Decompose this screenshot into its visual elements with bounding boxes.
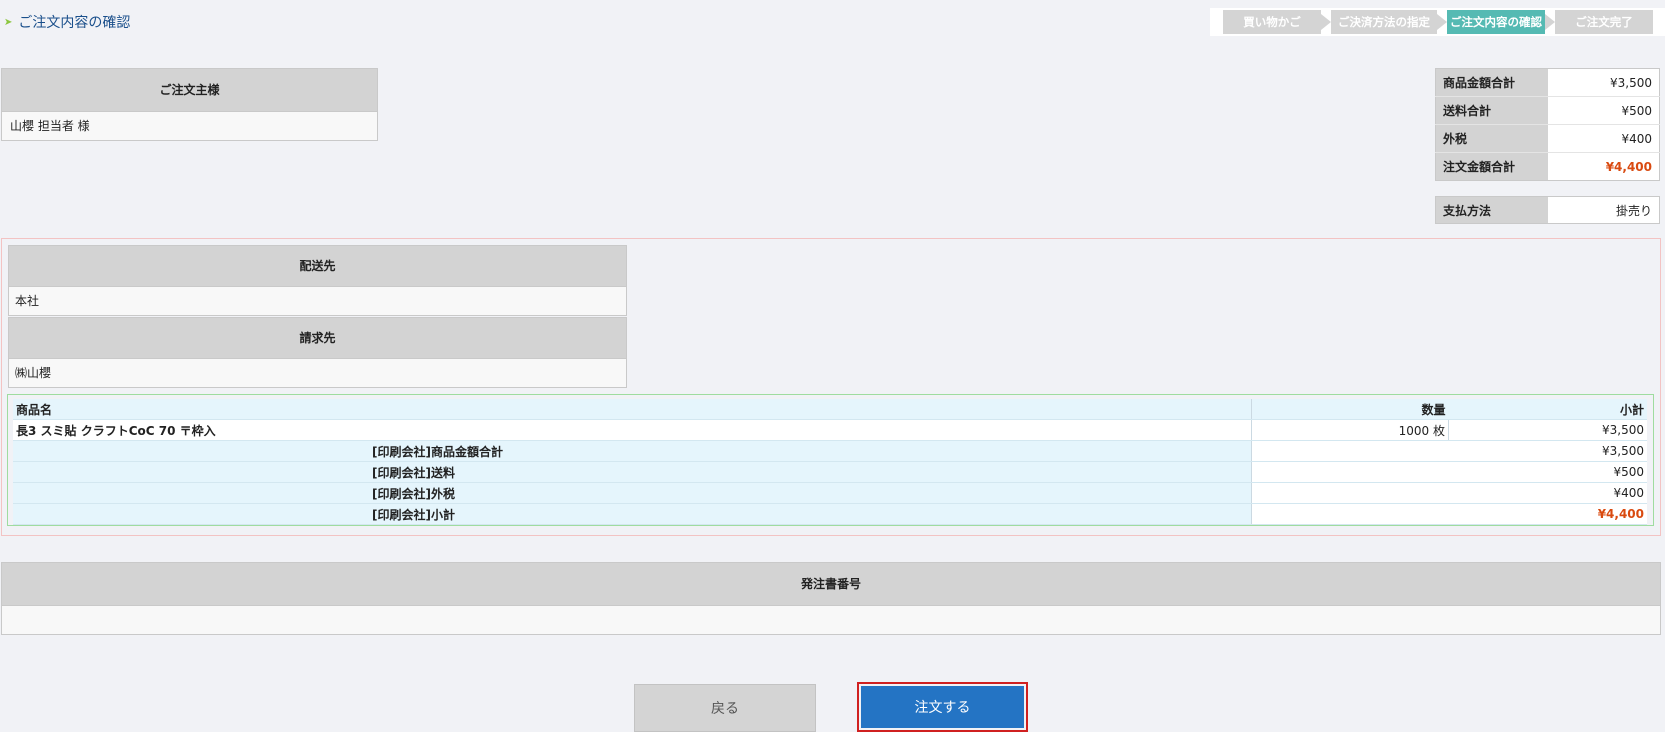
billing-box: 請求先 ㈱山櫻 [8,317,627,388]
summary-label: 外税 [1435,124,1548,153]
checkout-steps: 買い物かご ご決済方法の指定 ご注文内容の確認 ご注文完了 [1210,8,1665,36]
summary-row-goods: 商品金額合計 ¥3,500 [1435,68,1660,97]
po-number-value [2,605,1660,634]
item-name: 長3 スミ貼 クラフトCoC 70 〒枠入 [13,419,1252,441]
orderer-name: 山櫻 担当者 様 [2,111,377,140]
summary-label: 商品金額合計 [1435,68,1548,97]
step-cart: 買い物かご [1223,10,1321,34]
summary-value: ¥500 [1548,96,1660,125]
step-arrow-icon [1545,14,1555,30]
po-number-box: 発注書番号 [1,562,1661,635]
total-value: ¥400 [1251,482,1647,504]
total-label: [印刷会社]送料 [13,461,1252,483]
total-label: [印刷会社]外税 [13,482,1252,504]
summary-row-total: 注文金額合計 ¥4,400 [1435,152,1660,181]
total-label: [印刷会社]商品金額合計 [13,440,1252,462]
po-number-header: 発注書番号 [2,563,1660,605]
billing-header: 請求先 [9,318,626,358]
col-header-qty: 数量 [1251,399,1449,420]
summary-value: ¥400 [1548,124,1660,153]
col-header-subtotal: 小計 [1448,399,1647,420]
summary-row-shipping: 送料合計 ¥500 [1435,96,1660,125]
step-arrow-icon [1437,14,1447,30]
page-title: ➤ ご注文内容の確認 [4,12,130,32]
arrow-icon: ➤ [4,16,13,28]
item-subtotal: ¥3,500 [1448,419,1647,441]
back-button[interactable]: 戻る [634,684,816,732]
shipping-value: 本社 [9,286,626,315]
summary-label: 送料合計 [1435,96,1548,125]
payment-method: 支払方法 掛売り [1435,196,1660,224]
step-confirm: ご注文内容の確認 [1447,10,1545,34]
summary-total-value: ¥4,400 [1548,152,1660,181]
payment-value: 掛売り [1548,196,1660,224]
order-button[interactable]: 注文する [861,686,1024,728]
orderer-header: ご注文主様 [2,69,377,111]
order-button-highlight: 注文する [857,682,1028,732]
summary-row-tax: 外税 ¥400 [1435,124,1660,153]
delivery-section: 配送先 本社 請求先 ㈱山櫻 商品名 数量 小計 長3 スミ貼 クラフトCoC … [1,238,1661,536]
orderer-box: ご注文主様 山櫻 担当者 様 [1,68,378,141]
items-header-row: 商品名 数量 小計 [13,399,1647,420]
shipping-header: 配送先 [9,246,626,286]
total-row-tax: [印刷会社]外税 ¥400 [13,482,1647,504]
step-complete: ご注文完了 [1555,10,1653,34]
total-row-shipping: [印刷会社]送料 ¥500 [13,461,1647,483]
step-payment-method: ご決済方法の指定 [1331,10,1437,34]
payment-label: 支払方法 [1435,196,1548,224]
col-header-name: 商品名 [13,399,1252,420]
total-subtotal-value: ¥4,400 [1251,503,1647,525]
total-row-goods: [印刷会社]商品金額合計 ¥3,500 [13,440,1647,462]
summary-value: ¥3,500 [1548,68,1660,97]
total-value: ¥3,500 [1251,440,1647,462]
items-section: 商品名 数量 小計 長3 スミ貼 クラフトCoC 70 〒枠入 1000 枚 ¥… [7,394,1654,526]
total-label: [印刷会社]小計 [13,503,1252,525]
billing-value: ㈱山櫻 [9,358,626,387]
total-value: ¥500 [1251,461,1647,483]
items-table: 商品名 数量 小計 長3 スミ貼 クラフトCoC 70 〒枠入 1000 枚 ¥… [13,399,1647,525]
step-arrow-icon [1321,14,1331,30]
table-row: 長3 スミ貼 クラフトCoC 70 〒枠入 1000 枚 ¥3,500 [13,419,1647,441]
shipping-box: 配送先 本社 [8,245,627,316]
summary-label: 注文金額合計 [1435,152,1548,181]
item-qty: 1000 枚 [1251,419,1449,441]
order-summary: 商品金額合計 ¥3,500 送料合計 ¥500 外税 ¥400 注文金額合計 ¥… [1435,68,1660,181]
page-title-text: ご注文内容の確認 [18,15,131,31]
total-row-subtotal: [印刷会社]小計 ¥4,400 [13,503,1647,525]
